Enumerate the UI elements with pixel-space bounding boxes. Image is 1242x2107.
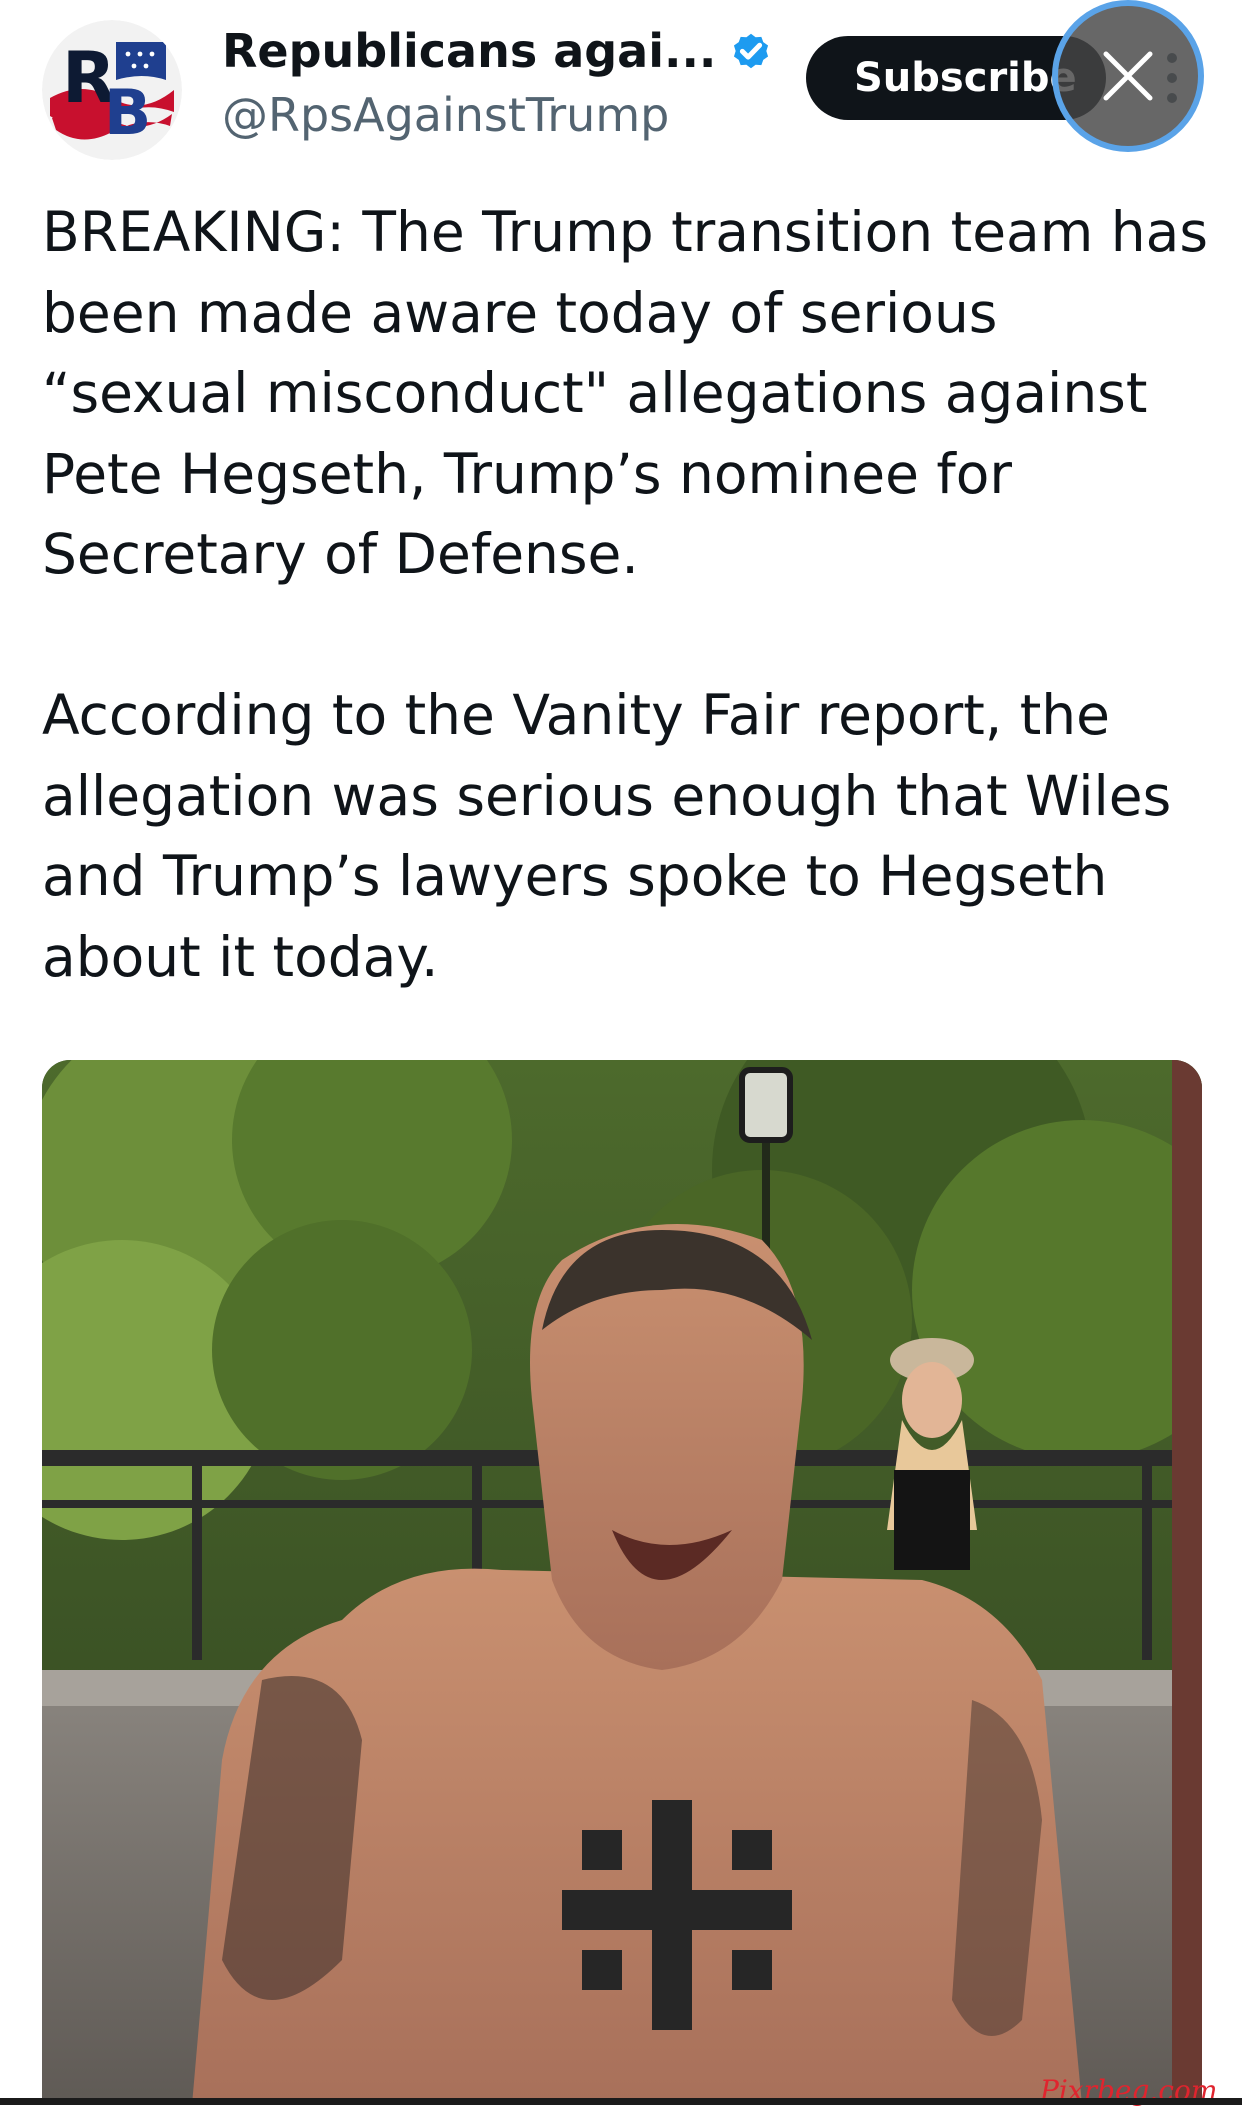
tweet-header: R B Republicans agai... @RpsAgainstTrump… <box>0 0 1242 160</box>
page-right-margin <box>1202 1060 1242 2105</box>
tweet-paragraph-1: BREAKING: The Trump transition team has … <box>42 200 1209 586</box>
bottom-edge-bar <box>0 2098 1242 2105</box>
avatar-letter-b: B <box>104 76 151 149</box>
verified-badge-icon <box>734 33 769 69</box>
tweet-text: BREAKING: The Trump transition team has … <box>42 192 1212 997</box>
tweet-media-photo[interactable] <box>42 1060 1202 2105</box>
close-button[interactable] <box>1052 0 1204 152</box>
close-icon <box>1103 51 1153 101</box>
photo-illustration <box>42 1060 1202 2105</box>
rb-logo-avatar[interactable]: R B <box>42 20 182 160</box>
account-name-row: Republicans agai... <box>222 24 774 78</box>
display-name[interactable]: Republicans agai... <box>222 24 716 78</box>
account-handle[interactable]: @RpsAgainstTrump <box>222 88 669 142</box>
tweet-paragraph-2: According to the Vanity Fair report, the… <box>42 683 1172 989</box>
avatar-logo-graphic: R B <box>42 20 182 160</box>
